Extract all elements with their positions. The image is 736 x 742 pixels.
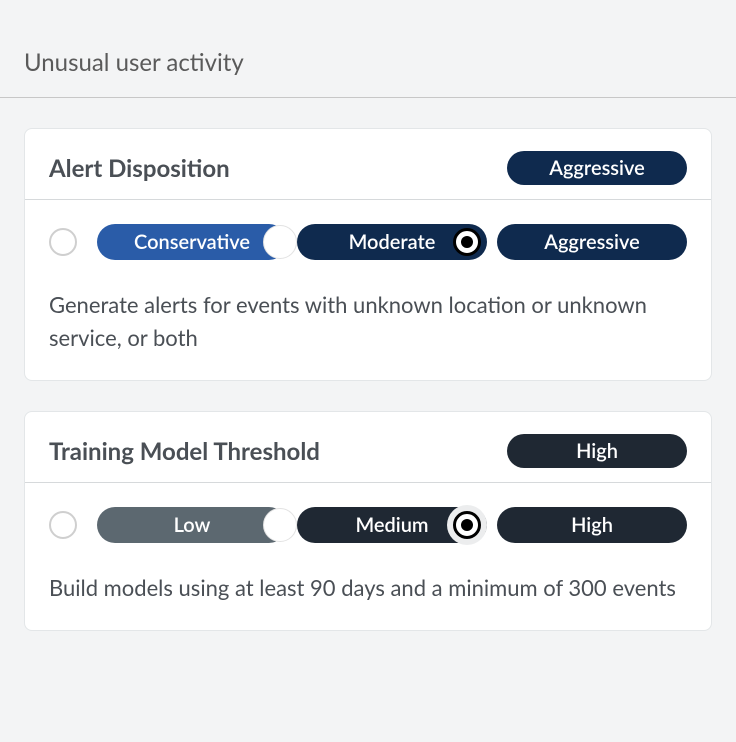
training-radio[interactable] (49, 511, 77, 539)
training-option-high-label: High (563, 513, 621, 537)
alert-description: Generate alerts for events with unknown … (49, 288, 687, 354)
alert-radio[interactable] (49, 228, 77, 256)
training-current-badge: High (507, 434, 687, 468)
training-description: Build models using at least 90 days and … (49, 571, 687, 604)
training-option-row: Low Medium High (49, 507, 687, 543)
alert-option-moderate[interactable]: Moderate (297, 224, 487, 260)
alert-option-row: Conservative Moderate Aggressive (49, 224, 687, 260)
alert-option-aggressive-label: Aggressive (536, 230, 648, 254)
radio-selected-icon (453, 511, 481, 539)
alert-option-conservative[interactable]: Conservative (97, 224, 287, 260)
training-option-medium-label: Medium (347, 513, 436, 537)
alert-disposition-card: Alert Disposition Aggressive Conservativ… (24, 128, 712, 381)
training-card-title: Training Model Threshold (49, 437, 320, 466)
training-segment-group: Low Medium High (97, 507, 687, 543)
training-option-high[interactable]: High (497, 507, 687, 543)
alert-segment-group: Conservative Moderate Aggressive (97, 224, 687, 260)
alert-current-badge: Aggressive (507, 151, 687, 185)
alert-option-moderate-label: Moderate (341, 230, 444, 254)
toggle-knob-icon (263, 508, 297, 542)
radio-selected-outer-icon (447, 505, 487, 545)
toggle-knob-icon (263, 225, 297, 259)
alert-card-header: Alert Disposition Aggressive (25, 129, 711, 200)
training-card-header: Training Model Threshold High (25, 412, 711, 483)
training-option-low[interactable]: Low (97, 507, 287, 543)
radio-selected-icon (453, 228, 481, 256)
alert-card-title: Alert Disposition (49, 154, 230, 183)
page-title: Unusual user activity (24, 48, 712, 77)
alert-option-aggressive[interactable]: Aggressive (497, 224, 687, 260)
training-threshold-card: Training Model Threshold High Low Medium (24, 411, 712, 631)
training-option-low-label: Low (166, 513, 219, 537)
alert-option-conservative-label: Conservative (126, 230, 258, 254)
training-option-medium[interactable]: Medium (297, 507, 487, 543)
